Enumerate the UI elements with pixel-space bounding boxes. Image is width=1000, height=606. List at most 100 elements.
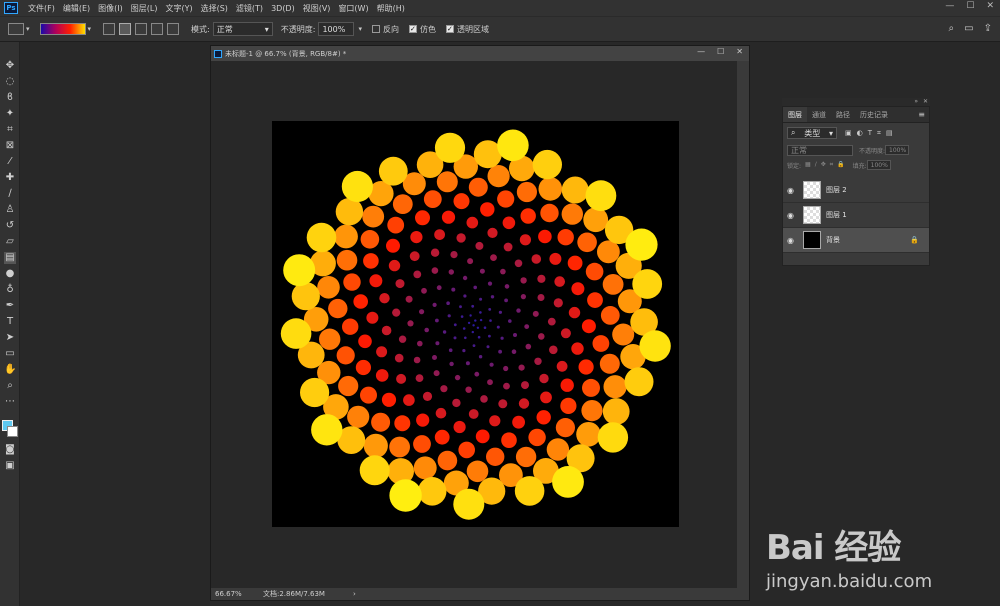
spiral-dot [549,345,558,355]
menu-layer[interactable]: 图层(L) [127,3,162,14]
type-tool-icon[interactable]: T [4,316,16,328]
tab-channels[interactable]: 通道 [807,107,831,122]
vertical-scrollbar[interactable] [737,61,749,588]
fill-input[interactable]: 100% [866,160,891,170]
radial-gradient-icon[interactable] [119,23,132,35]
spiral-dot [576,422,601,447]
workspace-icon[interactable]: ▭ [964,23,973,34]
reverse-checkbox[interactable] [371,25,380,33]
menu-edit[interactable]: 编辑(E) [59,3,94,14]
chevron-down-icon[interactable]: ▾ [26,25,30,33]
layer-filter-select[interactable]: ⌕ 类型 ▾ [787,127,837,139]
transparency-checkbox[interactable]: ✓ [445,25,454,33]
search-icon[interactable]: ⌕ [949,23,955,34]
spiral-dot [503,242,513,252]
gradient-picker-chevron-icon[interactable]: ▾ [88,25,92,33]
menu-3d[interactable]: 3D(D) [267,4,299,13]
dodge-tool-icon[interactable]: ♁ [4,284,16,296]
diamond-gradient-icon[interactable] [167,23,180,35]
spiral-dot [468,409,479,419]
layer-row-layer2[interactable]: ◉ 图层 2 [783,178,929,203]
menu-view[interactable]: 视图(V) [299,3,335,14]
healing-brush-tool-icon[interactable]: ✚ [4,172,16,184]
tab-paths[interactable]: 路径 [831,107,855,122]
menu-type[interactable]: 文字(Y) [161,3,196,14]
spiral-dot [600,306,620,325]
quick-mask-icon[interactable]: ◙ [4,444,16,456]
visibility-eye-icon[interactable]: ◉ [787,211,797,220]
collapse-panels-icon[interactable]: » [914,98,918,105]
spiral-dot [353,294,368,309]
layer-row-layer1[interactable]: ◉ 图层 1 [783,203,929,228]
visibility-eye-icon[interactable]: ◉ [787,236,797,245]
zoom-tool-icon[interactable]: ⌕ [4,380,16,392]
filter-icons[interactable]: ▣◐T⌗▤ [845,129,898,138]
spiral-dot [363,253,379,269]
layer-name: 图层 1 [826,211,847,219]
path-selection-tool-icon[interactable]: ➤ [4,332,16,344]
spiral-dot [512,415,525,429]
linear-gradient-icon[interactable] [103,23,116,35]
document-titlebar[interactable]: 未标题-1 @ 66.7% (背景, RGB/8#) * — ☐ ✕ [211,46,749,61]
crop-tool-icon[interactable]: ⌗ [4,124,16,136]
more-tools-icon[interactable]: ⋯ [4,396,16,408]
layer-row-background[interactable]: ◉ 背景 🔒 [783,228,929,253]
history-brush-tool-icon[interactable]: ↺ [4,220,16,232]
close-panels-icon[interactable]: ✕ [923,98,928,105]
dither-checkbox[interactable]: ✓ [408,25,417,33]
pen-tool-icon[interactable]: ✒ [4,300,16,312]
marquee-tool-icon[interactable]: ◌ [4,76,16,88]
document-statusbar: 66.67% 文档:2.86M/7.63M › [211,588,749,600]
menu-help[interactable]: 帮助(H) [373,3,409,14]
doc-close-button[interactable]: ✕ [736,47,743,56]
frame-tool-icon[interactable]: ⊠ [4,140,16,152]
tool-preset-icon[interactable] [8,23,24,35]
tab-history[interactable]: 历史记录 [855,107,893,122]
spiral-dot [488,308,492,311]
brush-tool-icon[interactable]: ∕ [4,188,16,200]
chevron-right-icon[interactable]: › [353,590,356,598]
opacity-chevron-icon[interactable]: ▾ [358,25,362,33]
hand-tool-icon[interactable]: ✋ [4,364,16,376]
menu-select[interactable]: 选择(S) [197,3,232,14]
spiral-dot [358,334,372,349]
reflected-gradient-icon[interactable] [151,23,164,35]
share-icon[interactable]: ⇪ [984,23,992,34]
blur-tool-icon[interactable]: ● [4,268,16,280]
clone-stamp-tool-icon[interactable]: ♙ [4,204,16,216]
maximize-button[interactable]: ☐ [966,1,974,11]
spiral-dot [490,254,497,261]
screen-mode-icon[interactable]: ▣ [4,460,16,472]
lasso-tool-icon[interactable]: ϐ [4,92,16,104]
gradient-swatch[interactable] [39,23,86,35]
eyedropper-tool-icon[interactable]: ⁄ [4,156,16,168]
lock-icons[interactable]: ▦∕✥⌗🔒 [805,161,849,169]
opacity-input[interactable]: 100% [318,22,355,36]
menu-file[interactable]: 文件(F) [24,3,59,14]
background-color-swatch[interactable] [7,426,18,437]
minimize-button[interactable]: — [945,1,954,11]
zoom-readout[interactable]: 66.67% [215,590,245,598]
visibility-eye-icon[interactable]: ◉ [787,186,797,195]
layer-name: 图层 2 [826,186,847,194]
mode-select[interactable]: 正常 ▾ [212,22,273,36]
gradient-tool-icon[interactable]: ▤ [4,252,16,264]
spiral-dot [560,397,577,414]
doc-maximize-button[interactable]: ☐ [717,47,724,56]
menu-filter[interactable]: 滤镜(T) [232,3,267,14]
blend-mode-select[interactable]: 正常 [787,144,853,156]
spiral-dot [561,203,583,225]
panel-menu-icon[interactable]: ≡ [918,107,925,122]
close-button[interactable]: ✕ [986,1,994,11]
menu-window[interactable]: 窗口(W) [334,3,372,14]
layer-opacity-input[interactable]: 100% [885,145,910,155]
angle-gradient-icon[interactable] [135,23,148,35]
tab-layers[interactable]: 图层 [783,107,807,122]
menu-image[interactable]: 图像(I) [94,3,127,14]
move-tool-icon[interactable]: ✥ [4,60,16,72]
eraser-tool-icon[interactable]: ▱ [4,236,16,248]
doc-minimize-button[interactable]: — [697,47,705,56]
magic-wand-tool-icon[interactable]: ✦ [4,108,16,120]
spiral-dot [489,319,492,322]
rectangle-tool-icon[interactable]: ▭ [4,348,16,360]
